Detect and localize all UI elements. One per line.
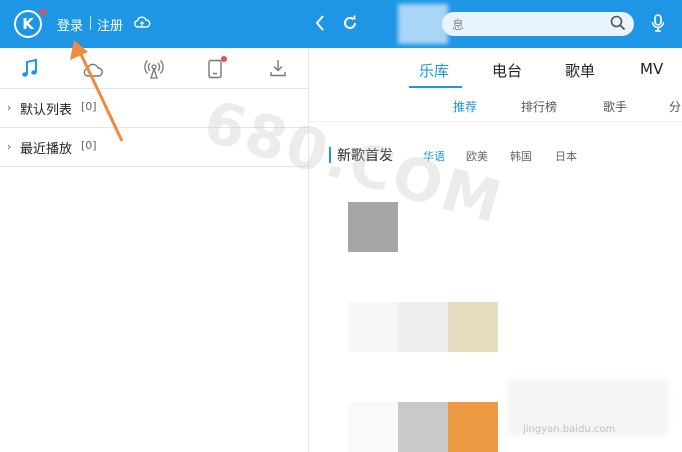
back-icon[interactable] — [313, 13, 327, 33]
region-western[interactable]: 欧美 — [466, 148, 488, 164]
search-input[interactable] — [442, 12, 634, 36]
expand-arrow-icon[interactable]: › — [7, 140, 11, 153]
playlist-name: 默认列表 — [20, 103, 73, 118]
section-accent-bar — [329, 147, 331, 163]
refresh-icon[interactable] — [340, 13, 360, 33]
device-notification-dot — [221, 56, 227, 62]
cloud-icon[interactable] — [82, 61, 104, 79]
subtab-charts[interactable]: 排行榜 — [521, 98, 557, 115]
notification-dot — [40, 9, 46, 15]
search-icon[interactable] — [609, 14, 627, 32]
search-hint-text: 息 — [452, 18, 465, 32]
download-icon[interactable] — [268, 58, 288, 78]
playlist-row-default[interactable]: › 默认列表 [0] — [0, 89, 308, 128]
album-cover[interactable] — [448, 302, 498, 352]
tab-library[interactable]: 乐库 — [419, 60, 449, 81]
region-chinese[interactable]: 华语 — [423, 148, 445, 164]
device-icon[interactable] — [207, 59, 223, 79]
album-cover[interactable] — [348, 202, 398, 252]
panel-divider — [308, 48, 309, 452]
section-title: 新歌首发 — [337, 148, 393, 164]
cloud-upload-icon[interactable] — [133, 14, 151, 30]
subtab-categories[interactable]: 分 — [669, 98, 681, 115]
register-link[interactable]: 注册 — [97, 15, 123, 34]
active-tab-indicator — [409, 86, 462, 88]
playlist-count: [0] — [81, 139, 97, 152]
divider — [90, 16, 91, 30]
playlist-count: [0] — [81, 100, 97, 113]
left-tab-bar — [0, 48, 308, 89]
kugou-logo-icon[interactable]: K — [14, 10, 42, 38]
playlist-name: 最近播放 — [20, 142, 73, 157]
region-japanese[interactable]: 日本 — [555, 148, 577, 164]
blurred-region — [398, 4, 448, 44]
music-note-icon[interactable] — [20, 58, 40, 80]
radio-broadcast-icon[interactable] — [143, 58, 165, 80]
playlist-row-recent[interactable]: › 最近播放 [0] — [0, 128, 308, 167]
album-cover[interactable] — [348, 302, 398, 352]
tab-radio[interactable]: 电台 — [492, 60, 522, 81]
album-cover[interactable] — [348, 402, 398, 452]
album-cover[interactable] — [448, 402, 498, 452]
subtab-divider — [309, 121, 682, 122]
album-cover[interactable] — [398, 402, 448, 452]
region-korean[interactable]: 韩国 — [510, 148, 532, 164]
tab-playlists[interactable]: 歌单 — [565, 60, 595, 81]
album-cover[interactable] — [398, 302, 448, 352]
microphone-icon[interactable] — [650, 13, 666, 35]
subtab-recommended[interactable]: 推荐 — [453, 98, 477, 115]
subtab-singers[interactable]: 歌手 — [603, 98, 627, 115]
login-link[interactable]: 登录 — [57, 15, 83, 34]
site-watermark-text: jingyan.baidu.com — [523, 424, 616, 435]
tab-mv[interactable]: MV — [640, 60, 663, 78]
expand-arrow-icon[interactable]: › — [7, 101, 11, 114]
